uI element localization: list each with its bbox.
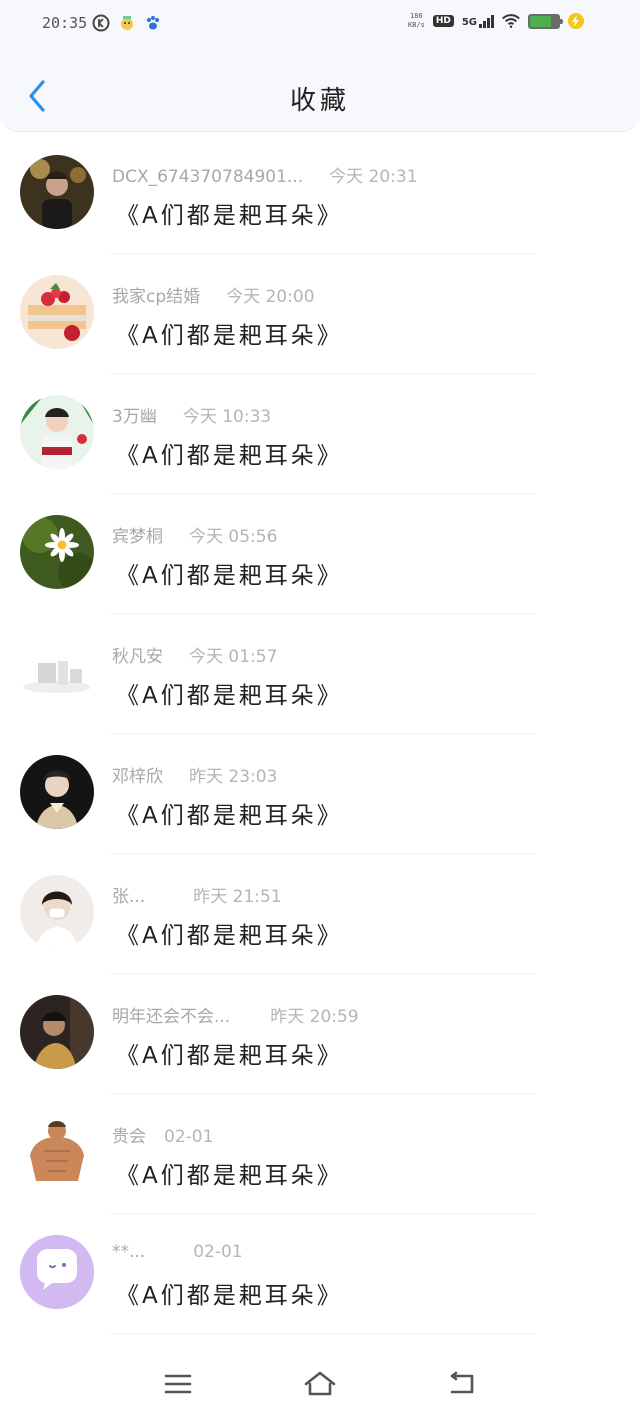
- user-name: 张...: [112, 887, 146, 907]
- user-name: 邓梓欣: [112, 767, 163, 787]
- list-item[interactable]: 贵会 02-01 《A们都是耙耳朵》: [0, 1094, 640, 1214]
- timestamp: 昨天 20:59: [270, 1007, 359, 1027]
- avatar: [20, 995, 94, 1069]
- user-name: 3万幽: [112, 407, 157, 427]
- list-item[interactable]: 明年还会不会... 昨天 20:59 《A们都是耙耳朵》: [0, 974, 640, 1094]
- book-title: 《A们都是耙耳朵》: [116, 1163, 343, 1189]
- book-title: 《A们都是耙耳朵》: [116, 443, 343, 469]
- signal-icon: 5G: [461, 14, 494, 28]
- notification-icons: [92, 14, 162, 32]
- avatar: [20, 755, 94, 829]
- avatar: [20, 275, 94, 349]
- timestamp: 今天 05:56: [189, 527, 278, 547]
- item-meta: 宾梦桐 今天 05:56: [112, 522, 277, 547]
- net-speed: 186 KB/s: [408, 12, 425, 30]
- status-bar: 20:35 186 KB/s HD 5G: [0, 0, 640, 52]
- user-name: 明年还会不会...: [112, 1007, 231, 1027]
- header: 收藏: [0, 52, 640, 132]
- menu-icon: [164, 1374, 192, 1394]
- avatar: [20, 1235, 94, 1309]
- page-title: 收藏: [289, 86, 350, 116]
- item-meta: 邓梓欣 昨天 23:03: [112, 762, 277, 787]
- book-title: 《A们都是耙耳朵》: [116, 1043, 343, 1069]
- user-name: DCX_674370784901...: [112, 167, 304, 187]
- wifi-icon: [502, 12, 520, 30]
- net-speed-unit: KB/s: [407, 21, 425, 29]
- user-name: 我家cp结婚: [112, 287, 201, 307]
- network-type: 5G: [461, 16, 477, 28]
- menu-button[interactable]: [158, 1368, 198, 1400]
- user-name: 宾梦桐: [112, 527, 163, 547]
- timestamp: 今天 01:57: [189, 647, 278, 667]
- timestamp: 02-01: [164, 1127, 214, 1147]
- item-meta: 明年还会不会... 昨天 20:59: [112, 1002, 359, 1027]
- user-name: **...: [112, 1242, 146, 1262]
- avatar: [20, 515, 94, 589]
- avatar: [20, 635, 94, 709]
- list-item[interactable]: 宾梦桐 今天 05:56 《A们都是耙耳朵》: [0, 494, 640, 614]
- timestamp: 昨天 23:03: [189, 767, 278, 787]
- battery-level: [530, 15, 551, 27]
- list-item[interactable]: 邓梓欣 昨天 23:03 《A们都是耙耳朵》: [0, 734, 640, 854]
- avatar: [20, 875, 94, 949]
- favorites-list: DCX_674370784901... 今天 20:31 《A们都是耙耳朵》 我…: [0, 134, 640, 1334]
- avatar: [20, 155, 94, 229]
- back-arrow-icon: [450, 1371, 474, 1394]
- book-title: 《A们都是耙耳朵》: [116, 563, 343, 589]
- status-right-icons: 186 KB/s HD 5G: [408, 12, 584, 30]
- book-title: 《A们都是耙耳朵》: [116, 323, 343, 349]
- book-title: 《A们都是耙耳朵》: [116, 203, 343, 229]
- avatar: [20, 1115, 94, 1189]
- k-app-icon: [92, 14, 110, 32]
- timestamp: 昨天 21:51: [193, 887, 282, 907]
- chat-bubble-icon: [20, 1235, 94, 1309]
- book-title: 《A们都是耙耳朵》: [116, 803, 343, 829]
- item-meta: 贵会 02-01: [112, 1122, 213, 1147]
- list-item[interactable]: 张... 昨天 21:51 《A们都是耙耳朵》: [0, 854, 640, 974]
- bottom-nav: [0, 1350, 640, 1422]
- home-icon: [304, 1371, 336, 1396]
- timestamp: 今天 10:33: [182, 407, 272, 427]
- back-nav-button[interactable]: [442, 1368, 482, 1400]
- battery-icon: [528, 13, 563, 29]
- list-item[interactable]: DCX_674370784901... 今天 20:31 《A们都是耙耳朵》: [0, 134, 640, 254]
- timestamp: 今天 20:31: [329, 167, 418, 187]
- item-meta: **... 02-01: [112, 1242, 243, 1262]
- hd-badge: HD: [432, 15, 454, 27]
- timestamp: 今天 20:00: [226, 287, 315, 307]
- emoji-app-icon: [118, 14, 136, 32]
- avatar: [20, 395, 94, 469]
- list-item[interactable]: 我家cp结婚 今天 20:00 《A们都是耙耳朵》: [0, 254, 640, 374]
- user-name: 贵会: [112, 1127, 146, 1147]
- status-time: 20:35: [42, 14, 88, 32]
- list-item[interactable]: 3万幽 今天 10:33 《A们都是耙耳朵》: [0, 374, 640, 494]
- net-speed-value: 186: [410, 12, 423, 20]
- list-item[interactable]: 秋凡安 今天 01:57 《A们都是耙耳朵》: [0, 614, 640, 734]
- item-meta: 张... 昨天 21:51: [112, 882, 282, 907]
- item-meta: 3万幽 今天 10:33: [112, 402, 271, 427]
- book-title: 《A们都是耙耳朵》: [116, 1283, 343, 1309]
- book-title: 《A们都是耙耳朵》: [116, 683, 343, 709]
- home-button[interactable]: [300, 1368, 340, 1400]
- list-item[interactable]: **... 02-01 《A们都是耙耳朵》: [0, 1214, 640, 1334]
- book-title: 《A们都是耙耳朵》: [116, 923, 343, 949]
- item-meta: DCX_674370784901... 今天 20:31: [112, 162, 418, 187]
- paw-app-icon: [144, 14, 162, 32]
- charging-icon: [568, 13, 584, 29]
- divider: [110, 1333, 534, 1334]
- timestamp: 02-01: [193, 1242, 243, 1262]
- item-meta: 我家cp结婚 今天 20:00: [112, 282, 315, 307]
- user-name: 秋凡安: [112, 647, 163, 667]
- item-meta: 秋凡安 今天 01:57: [112, 642, 277, 667]
